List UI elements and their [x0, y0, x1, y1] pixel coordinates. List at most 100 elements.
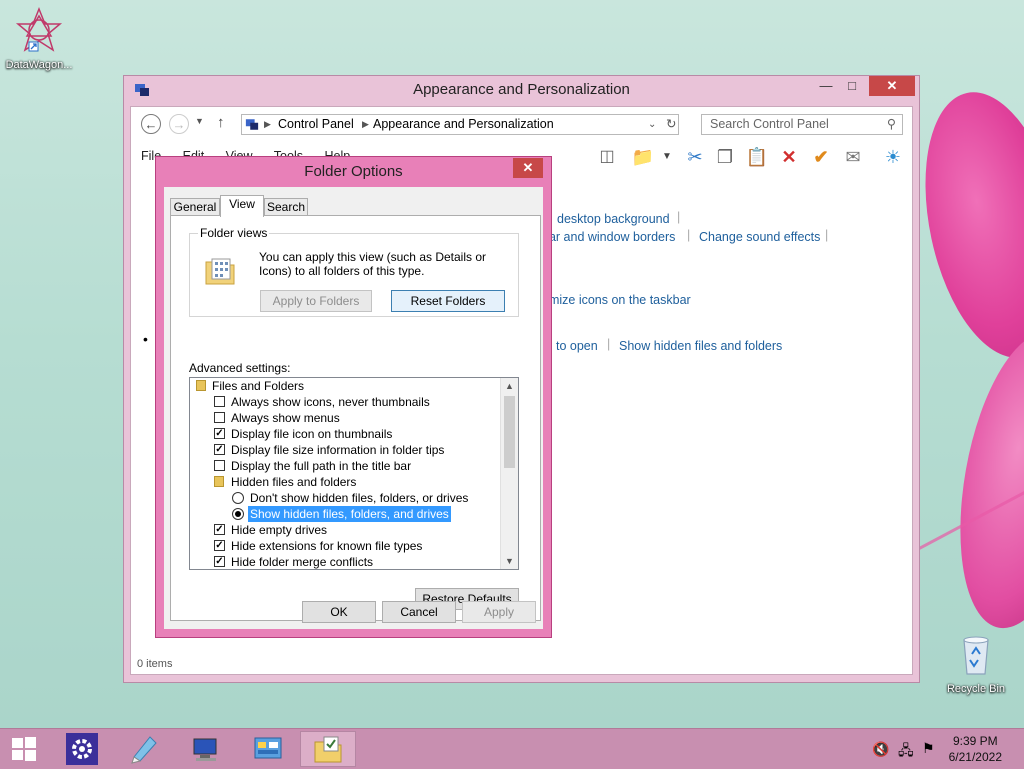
taskbar-remote-desktop[interactable] [178, 731, 234, 767]
folder-views-label: Folder views [198, 226, 270, 240]
search-placeholder: Search Control Panel [710, 117, 829, 131]
link-separator: | [687, 228, 691, 242]
computer-icon [193, 738, 217, 761]
folder-views-icon [205, 258, 235, 285]
desktop-icon-datawagon[interactable]: DataWagon... [0, 6, 78, 71]
clock-time: 9:39 PM [952, 734, 998, 748]
search-input[interactable]: Search Control Panel ⚲ [701, 114, 903, 135]
dialog-close-button[interactable]: ✕ [513, 158, 543, 178]
checkbox[interactable] [214, 460, 225, 471]
checkbox-checked[interactable]: ✓ [214, 524, 225, 535]
link-desktop-background[interactable]: desktop background [557, 212, 670, 226]
checkbox[interactable] [214, 412, 225, 423]
link-change-sound-effects[interactable]: Change sound effects [699, 230, 820, 244]
back-button[interactable]: ← [141, 114, 161, 134]
link-separator: | [677, 210, 681, 224]
window-titlebar[interactable]: Appearance and Personalization — □ ✕ [124, 76, 919, 106]
apply-button[interactable]: Apply [462, 601, 536, 623]
folder-options-icon[interactable]: 📁 [631, 145, 655, 169]
checkmark-icon[interactable]: ✔ [809, 145, 833, 169]
breadcrumb-appearance[interactable]: Appearance and Personalization [373, 115, 554, 134]
cut-icon[interactable]: ✂ [683, 145, 707, 169]
refresh-icon[interactable]: ↻ [666, 115, 676, 134]
checkbox-checked[interactable]: ✓ [214, 428, 225, 439]
close-button[interactable]: ✕ [869, 76, 915, 96]
properties-icon[interactable]: ✉ [841, 145, 865, 169]
apply-to-folders-button[interactable]: Apply to Folders [260, 290, 372, 312]
link-taskbar-borders[interactable]: bar and window borders [542, 230, 675, 244]
address-bar[interactable]: ▶ Control Panel ▶ Appearance and Persona… [241, 114, 679, 135]
checkbox-checked[interactable]: ✓ [214, 444, 225, 455]
tab-view[interactable]: View [220, 195, 264, 217]
breadcrumb-control-panel[interactable]: Control Panel [278, 115, 354, 134]
radio-button[interactable] [232, 492, 244, 504]
shell-icon[interactable]: ☀ [881, 145, 905, 169]
action-center-flag-icon[interactable]: ⚑ [922, 740, 935, 757]
scroll-up-icon[interactable]: ▲ [501, 378, 518, 394]
copy-icon[interactable]: ❐ [713, 145, 737, 169]
clock-date: 6/21/2022 [948, 750, 1002, 764]
search-icon: ⚲ [886, 117, 896, 131]
link-customize-taskbar-icons[interactable]: omize icons on the taskbar [542, 293, 691, 307]
volume-muted-icon[interactable]: 🔇 [872, 741, 889, 758]
taskbar-settings[interactable] [54, 731, 110, 767]
folder-views-group: Folder views You can apply this view (su… [189, 226, 519, 317]
setting-label: Hide extensions for known file types [231, 539, 423, 553]
paste-icon[interactable]: 📋 [745, 145, 769, 169]
recycle-bin-icon [963, 636, 989, 675]
scroll-thumb[interactable] [504, 396, 515, 468]
wallpaper-petal [903, 79, 1024, 371]
notebook-icon [131, 736, 157, 764]
tree-scrollbar[interactable]: ▲ ▼ [500, 378, 518, 569]
desktop-icon-recycle-bin[interactable]: Recycle Bin [937, 630, 1015, 695]
desktop-icon-label: Recycle Bin [946, 683, 1006, 695]
preview-pane-icon[interactable]: ◫ [595, 145, 619, 169]
setting-label: Display the full path in the title bar [231, 459, 412, 473]
taskbar-file-explorer[interactable] [300, 731, 356, 767]
chevron-right-icon: ▶ [362, 119, 369, 129]
maximize-button[interactable]: □ [839, 76, 865, 96]
chevron-right-icon: ▶ [264, 119, 271, 129]
checkbox-checked[interactable]: ✓ [214, 540, 225, 551]
checkbox[interactable] [214, 396, 225, 407]
link-to-open[interactable]: to open [556, 339, 598, 353]
forward-button[interactable]: → [169, 114, 189, 134]
checkbox-checked[interactable]: ✓ [214, 556, 225, 567]
clock[interactable]: 9:39 PM 6/21/2022 [949, 733, 1002, 765]
ok-button[interactable]: OK [302, 601, 376, 623]
scroll-down-icon[interactable]: ▼ [501, 553, 518, 569]
delete-icon[interactable]: ✕ [777, 145, 801, 169]
setting-label: Always show menus [231, 411, 340, 425]
up-arrow-icon[interactable]: ↑ [217, 114, 225, 131]
advanced-settings-label: Advanced settings: [189, 361, 291, 375]
reset-folders-button[interactable]: Reset Folders [391, 290, 505, 312]
tab-general[interactable]: General [170, 198, 220, 216]
dialog-body: General View Search Folder views You can… [164, 187, 543, 629]
folder-views-description: You can apply this view (such as Details… [259, 250, 487, 278]
tree-label: Files and Folders [212, 379, 305, 393]
chevron-down-icon[interactable]: ⌄ [648, 115, 656, 134]
tab-page-view: Folder views You can apply this view (su… [170, 215, 541, 621]
minimize-button[interactable]: — [813, 76, 839, 96]
folder-icon [214, 476, 224, 487]
dialog-title[interactable]: Folder Options [156, 157, 551, 187]
cancel-button[interactable]: Cancel [382, 601, 456, 623]
tree-label: Hidden files and folders [231, 475, 357, 489]
start-button[interactable] [0, 731, 48, 767]
taskbar-notebook[interactable] [116, 731, 172, 767]
tab-search[interactable]: Search [264, 198, 308, 216]
control-panel-icon [245, 119, 259, 130]
gear-icon [66, 733, 98, 765]
network-icon[interactable]: 🖧 [898, 740, 914, 764]
folder-options-dialog: Folder Options ✕ General View Search Fol… [155, 156, 552, 638]
folder-icon [196, 380, 206, 391]
link-separator: | [607, 337, 611, 351]
advanced-settings-tree: Files and Folders Always show icons, nev… [189, 377, 519, 570]
taskbar-control-panel[interactable] [240, 731, 296, 767]
link-show-hidden-files[interactable]: Show hidden files and folders [619, 339, 782, 353]
radio-button-selected[interactable] [232, 508, 244, 520]
datawagon-icon [15, 6, 63, 52]
recent-locations-icon[interactable]: ▼ [195, 116, 204, 126]
link-separator: | [825, 228, 829, 242]
chevron-down-icon[interactable]: ▼ [655, 145, 679, 169]
